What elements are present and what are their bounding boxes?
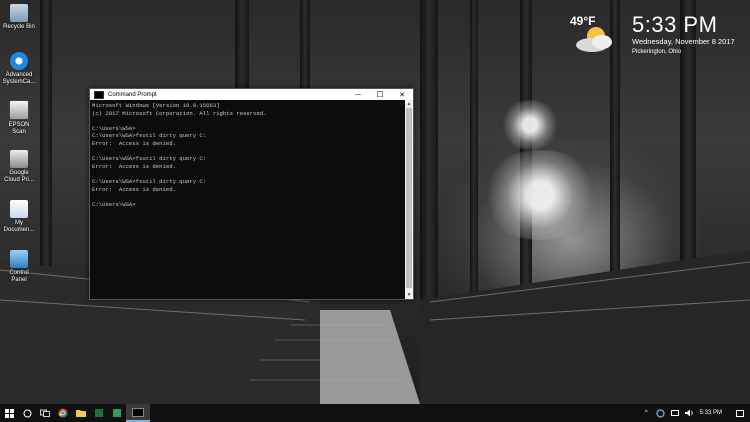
clock-date: Wednesday, November 8 2017: [632, 37, 735, 46]
cortana-tray-icon[interactable]: [656, 408, 665, 418]
epson-scan-icon: [9, 100, 29, 120]
recycle-bin-icon: [10, 4, 28, 22]
windows-logo-icon: [4, 408, 14, 418]
volume-icon[interactable]: [684, 409, 694, 417]
desktop-icon-advanced-systemcare[interactable]: Advanced SystemCa...: [2, 52, 36, 86]
close-button[interactable]: ✕: [391, 89, 413, 100]
network-icon[interactable]: [670, 410, 679, 416]
cortana-button[interactable]: [18, 404, 36, 422]
scrollbar-thumb[interactable]: [406, 108, 412, 288]
start-button[interactable]: [0, 404, 18, 422]
clock-location: Pickerington, Ohio: [632, 49, 682, 55]
advanced-systemcare-icon: [10, 52, 28, 70]
chevron-up-icon[interactable]: ^: [645, 410, 648, 416]
close-icon: ✕: [399, 91, 405, 99]
my-documents-icon: [10, 200, 28, 218]
folder-icon: [76, 410, 86, 417]
desktop-icon-label: Control Panel: [9, 270, 29, 283]
chrome-button[interactable]: [54, 404, 72, 422]
maximize-button[interactable]: ☐: [369, 89, 391, 100]
maximize-icon: ☐: [376, 90, 384, 99]
command-prompt-icon: [132, 407, 144, 417]
desktop-icon-epson-scan[interactable]: EPSON Scan: [2, 100, 36, 136]
green-app-button[interactable]: [108, 404, 126, 422]
desktop-icon-control-panel[interactable]: Control Panel: [2, 250, 36, 284]
scroll-up-arrow-icon[interactable]: ▲: [405, 100, 413, 108]
desktop-icon-label: EPSON Scan: [8, 122, 30, 135]
desktop-icon-label: Google Cloud Pri...: [4, 170, 34, 183]
taskbar: ^ 5:33 PM: [0, 404, 750, 422]
desktop-icon-label: Advanced SystemCa...: [2, 72, 36, 85]
partly-cloudy-icon: [576, 27, 612, 52]
console-output[interactable]: Microsoft Windows [Version 10.0.15063] (…: [92, 102, 402, 297]
desktop-icon-label: My Documen...: [3, 220, 35, 233]
minimize-icon: —: [355, 91, 361, 98]
taskbar-clock[interactable]: 5:33 PM: [700, 410, 722, 416]
chrome-icon: [58, 408, 68, 418]
system-tray: ^ 5:33 PM: [645, 404, 750, 422]
excel-icon: [95, 409, 103, 417]
window-titlebar[interactable]: Command Prompt — ☐ ✕: [90, 89, 413, 100]
desktop-icon-recycle-bin[interactable]: Recycle Bin: [2, 4, 36, 31]
cortana-circle-icon: [23, 409, 31, 417]
scroll-down-arrow-icon[interactable]: ▼: [405, 291, 413, 299]
command-prompt-icon: [94, 90, 104, 99]
clock-time: 5:33 PM: [632, 12, 718, 37]
control-panel-icon: [10, 250, 28, 268]
google-cloud-print-icon: [10, 150, 28, 168]
vertical-scrollbar[interactable]: ▲ ▼: [405, 100, 413, 299]
command-prompt-button[interactable]: [126, 404, 150, 422]
app-icon: [113, 409, 121, 417]
desktop-icon-google-cloud-print[interactable]: Google Cloud Pri...: [2, 150, 36, 184]
task-view-icon: [40, 409, 50, 417]
file-explorer-button[interactable]: [72, 404, 90, 422]
desktop-icon-label: Recycle Bin: [3, 24, 35, 30]
command-prompt-window[interactable]: Command Prompt — ☐ ✕ Microsoft Windows […: [89, 88, 414, 300]
notifications-icon[interactable]: [736, 409, 744, 417]
minimize-button[interactable]: —: [347, 89, 369, 100]
desktop-icon-my-documents[interactable]: My Documen...: [2, 200, 36, 234]
window-title: Command Prompt: [108, 91, 157, 98]
clock-widget: 5:33 PM Wednesday, November 8 2017 Picke…: [632, 12, 735, 55]
excel-button[interactable]: [90, 404, 108, 422]
task-view-button[interactable]: [36, 404, 54, 422]
